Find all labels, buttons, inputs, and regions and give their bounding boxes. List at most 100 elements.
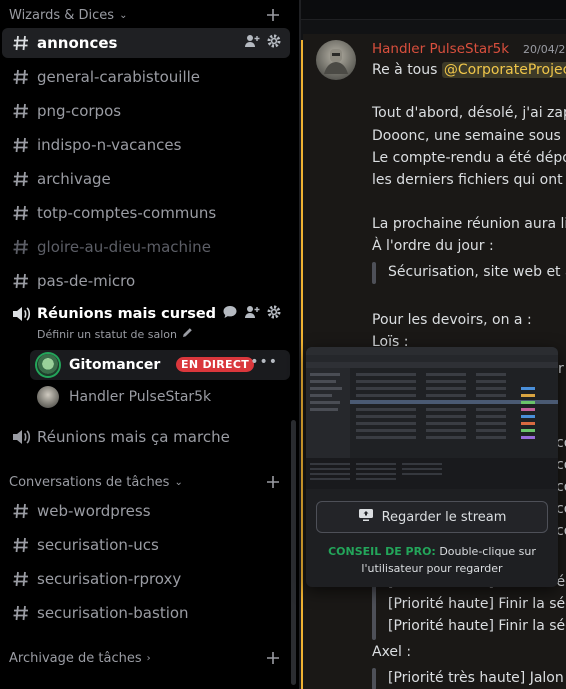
message-line: Axel : — [372, 644, 412, 660]
more-options-icon[interactable]: ••• — [250, 354, 278, 370]
channel-securisation-ucs[interactable]: securisation-ucs — [2, 530, 290, 560]
hash-icon — [10, 604, 32, 622]
speaker-icon — [10, 305, 32, 323]
hash-icon — [10, 34, 32, 52]
mention-highlight-bar — [301, 40, 303, 689]
category-archivage[interactable]: Archivage de tâches › — [9, 648, 151, 668]
message-author[interactable]: Handler PulseStar5k — [372, 41, 509, 57]
channel-gloire-au-dieu-machine[interactable]: gloire-au-dieu-machine — [2, 232, 290, 262]
blockquote-text: [Priorité très haute] Jalon — [388, 670, 564, 686]
hash-icon — [10, 570, 32, 588]
channel-name: securisation-rproxy — [37, 570, 182, 588]
sidebar-scrollbar[interactable] — [291, 420, 296, 685]
channel-totp-comptes-communs[interactable]: totp-comptes-communs — [2, 198, 290, 228]
gear-icon[interactable] — [266, 33, 282, 53]
category-label: Wizards & Dices — [9, 7, 115, 23]
chevron-right-icon: › — [146, 652, 151, 664]
invite-user-icon[interactable] — [244, 33, 260, 53]
watch-stream-label: Regarder le stream — [381, 509, 507, 525]
chevron-down-icon: ⌄ — [174, 476, 183, 488]
avatar — [37, 386, 59, 408]
category-label: Conversations de tâches — [9, 474, 170, 490]
channel-name: general-carabistouille — [37, 68, 201, 86]
user-name: Handler PulseStar5k — [69, 389, 212, 405]
message-text: Re à tous — [372, 62, 442, 78]
stream-preview-thumbnail[interactable] — [306, 347, 558, 489]
hash-icon — [10, 102, 32, 120]
speaker-icon — [10, 428, 32, 446]
hash-icon — [10, 502, 32, 520]
channel-indispo-n-vacances[interactable]: indispo-n-vacances — [2, 130, 290, 160]
hash-icon — [10, 272, 32, 290]
blockquote-bar — [372, 668, 376, 689]
pro-tip-label: CONSEIL DE PRO: — [328, 545, 436, 558]
add-channel-icon[interactable] — [265, 472, 281, 492]
add-channel-icon[interactable] — [265, 5, 281, 25]
live-badge: EN DIRECT — [176, 357, 255, 372]
hash-icon — [10, 238, 32, 256]
hash-icon — [10, 536, 32, 554]
message-timestamp: 20/04/2 — [523, 43, 566, 56]
stream-preview-popup: Regarder le stream CONSEIL DE PRO: Doubl… — [306, 347, 558, 587]
blockquote-text: Sécurisation, site web et a — [388, 264, 566, 280]
channel-annonces[interactable]: annonces — [2, 28, 290, 58]
screen-share-icon — [358, 508, 374, 526]
voice-channel-name: Réunions mais cursed — [37, 306, 217, 322]
channel-web-wordpress[interactable]: web-wordpress — [2, 496, 290, 526]
channel-status-hint: Définir un statut de salon — [37, 327, 178, 341]
category-label: Archivage de tâches — [9, 650, 142, 666]
channel-securisation-rproxy[interactable]: securisation-rproxy — [2, 564, 290, 594]
channel-name: archivage — [37, 170, 111, 188]
avatar — [37, 354, 59, 376]
hash-icon — [10, 68, 32, 86]
watch-stream-button[interactable]: Regarder le stream — [316, 501, 548, 533]
channel-name: gloire-au-dieu-machine — [37, 238, 211, 256]
channel-name: indispo-n-vacances — [37, 136, 182, 154]
pro-tip: CONSEIL DE PRO: Double-clique sur l'util… — [316, 543, 548, 577]
channel-name: securisation-bastion — [37, 604, 189, 622]
channel-name: securisation-ucs — [37, 536, 159, 554]
chevron-down-icon: ⌄ — [119, 9, 128, 21]
voice-channel-reunions-marche[interactable]: Réunions mais ça marche — [2, 422, 290, 452]
message-line: Dooonc, une semaine sous le — [372, 128, 566, 144]
channel-name: annonces — [37, 34, 118, 52]
channel-general-carabistouille[interactable]: general-carabistouille — [2, 62, 290, 92]
user-name: Gitomancer — [69, 357, 161, 373]
category-wizards-dices[interactable]: Wizards & Dices ⌄ — [9, 5, 127, 25]
blockquote-text: [Priorité haute] Finir la séc — [388, 618, 566, 634]
message-line: Re à tous @CorporateProjec — [372, 62, 566, 78]
pencil-icon — [182, 327, 193, 341]
channel-name: totp-comptes-communs — [37, 204, 217, 222]
hash-icon — [10, 204, 32, 222]
message-line: Pour les devoirs, on a : — [372, 312, 532, 328]
blockquote-text: [Priorité haute] Finir la séc — [388, 596, 566, 612]
channel-header — [301, 0, 566, 20]
chat-bubble-icon[interactable] — [222, 304, 238, 324]
hash-icon — [10, 170, 32, 188]
channel-name: web-wordpress — [37, 502, 151, 520]
set-channel-status[interactable]: Définir un statut de salon — [37, 327, 193, 341]
message-line: La prochaine réunion aura lie — [372, 216, 566, 232]
channel-png-corpos[interactable]: png-corpos — [2, 96, 290, 126]
voice-user-handler[interactable]: Handler PulseStar5k — [30, 382, 290, 412]
blockquote-bar — [372, 262, 376, 284]
channel-name: png-corpos — [37, 102, 122, 120]
voice-channel-reunions-cursed[interactable]: Réunions mais cursed — [2, 299, 290, 329]
channel-name: pas-de-micro — [37, 272, 136, 290]
message-line: Le compte-rendu a été dépo — [372, 150, 566, 166]
message-line: À l'ordre du jour : — [372, 238, 494, 254]
gear-icon[interactable] — [266, 304, 282, 324]
voice-user-gitomancer[interactable]: Gitomancer EN DIRECT ••• — [30, 350, 290, 380]
add-channel-icon[interactable] — [265, 648, 281, 668]
category-conversations[interactable]: Conversations de tâches ⌄ — [9, 472, 183, 492]
channel-archivage[interactable]: archivage — [2, 164, 290, 194]
author-avatar[interactable] — [316, 40, 356, 80]
mention[interactable]: @CorporateProjec — [441, 62, 566, 78]
channel-pas-de-micro[interactable]: pas-de-micro — [2, 266, 290, 296]
channel-securisation-bastion[interactable]: securisation-bastion — [2, 598, 290, 628]
invite-user-icon[interactable] — [244, 304, 260, 324]
voice-channel-name: Réunions mais ça marche — [37, 428, 230, 446]
hash-icon — [10, 136, 32, 154]
blockquote-text: r — [558, 361, 564, 377]
message-line: Tout d'abord, désolé, j'ai zapp — [372, 105, 566, 121]
